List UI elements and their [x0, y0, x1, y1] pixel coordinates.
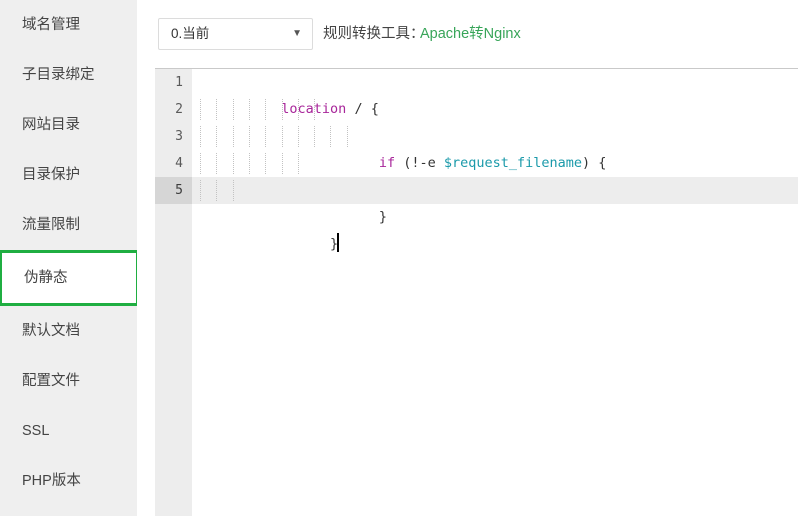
sidebar-item-default-document[interactable]: 默认文档	[0, 306, 137, 356]
sidebar-item-pseudo-static[interactable]: 伪静态	[0, 250, 137, 306]
code-line[interactable]: location / {	[192, 69, 798, 117]
line-number: 4	[175, 156, 183, 171]
sidebar-item-subdirectory-binding[interactable]: 子目录绑定	[0, 50, 137, 100]
toolbar: 0.当前 ▼ 规则转换工具： Apache转Nginx	[137, 0, 798, 68]
indent-guides	[200, 177, 298, 204]
code-line[interactable]: if (!-e $request_filename) {	[192, 96, 798, 171]
sidebar-item-domain-management[interactable]: 域名管理	[0, 0, 137, 50]
sidebar-item-traffic-limit[interactable]: 流量限制	[0, 200, 137, 250]
line-number: 1	[175, 75, 183, 90]
sidebar-item-label: 配置文件	[22, 373, 80, 389]
line-number-gutter: 1 2 3 4 5	[155, 69, 192, 516]
line-number: 2	[175, 102, 183, 117]
apache-to-nginx-link[interactable]: Apache转Nginx	[420, 18, 521, 50]
sidebar-item-config-file[interactable]: 配置文件	[0, 356, 137, 406]
line-number: 3	[175, 129, 183, 144]
sidebar-item-label: PHP版本	[22, 473, 81, 489]
convert-tool-label: 规则转换工具：	[323, 26, 425, 42]
code-editor[interactable]: 1 2 3 4 5 location / { if (!-e $request_…	[155, 68, 798, 516]
sidebar-item-php-version[interactable]: PHP版本	[0, 456, 137, 506]
code-line-text: }	[281, 209, 387, 225]
sidebar-item-label: 域名管理	[22, 17, 80, 33]
code-line[interactable]: }	[192, 150, 798, 225]
sidebar-item-label: 网站目录	[22, 117, 80, 133]
sidebar-item-label: SSL	[22, 423, 50, 439]
indent-guides	[200, 150, 299, 177]
sidebar-item-label: 子目录绑定	[22, 67, 95, 83]
sidebar-item-ssl[interactable]: SSL	[0, 406, 137, 456]
sidebar-item-label: 默认文档	[22, 323, 80, 339]
indent-guides	[200, 123, 348, 150]
rule-preset-select-value: 0.当前	[171, 26, 210, 41]
sidebar-item-website-directory[interactable]: 网站目录	[0, 100, 137, 150]
content-panel: 0.当前 ▼ 规则转换工具： Apache转Nginx 1 2 3 4 5 lo…	[137, 0, 798, 516]
sidebar-item-directory-protection[interactable]: 目录保护	[0, 150, 137, 200]
sidebar-item-label: 伪静态	[24, 270, 68, 286]
sidebar-item-label: 流量限制	[22, 217, 80, 233]
code-line[interactable]: rewrite ^/(.*)$ /index.php?$1 last;	[192, 123, 798, 198]
code-line[interactable]: }	[192, 177, 798, 252]
page-root: 域名管理 子目录绑定 网站目录 目录保护 流量限制 伪静态 默认文档 配置文件 …	[0, 0, 798, 516]
chevron-down-icon: ▼	[292, 28, 302, 39]
indent-guides	[200, 96, 316, 123]
sidebar: 域名管理 子目录绑定 网站目录 目录保护 流量限制 伪静态 默认文档 配置文件 …	[0, 0, 137, 516]
line-number: 5	[155, 177, 192, 204]
sidebar-item-label: 目录保护	[22, 167, 80, 183]
rule-preset-select[interactable]: 0.当前 ▼	[158, 18, 313, 50]
sidebar-item-tomcat[interactable]: Tomcat	[0, 506, 137, 516]
code-line-text: }	[281, 236, 339, 252]
code-content[interactable]: location / { if (!-e $request_filename) …	[192, 69, 798, 516]
